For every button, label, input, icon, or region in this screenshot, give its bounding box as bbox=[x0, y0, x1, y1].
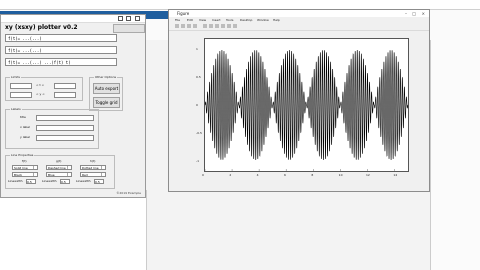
x-tick-label: 8 bbox=[311, 173, 314, 177]
function-input-g[interactable]: f(t)= ...(...) bbox=[5, 46, 117, 54]
gui-title: xy (xsxy) plotter v0.2 bbox=[5, 24, 78, 31]
g-color-select[interactable]: Blue bbox=[46, 172, 72, 177]
figure-toolbar bbox=[169, 23, 429, 31]
t-max-input[interactable] bbox=[54, 83, 76, 89]
y-tick-label: -1 bbox=[196, 158, 199, 163]
data-cursor-icon[interactable] bbox=[233, 24, 237, 28]
x-tick-label: 2 bbox=[229, 173, 232, 177]
g-linewidth-label: Linewidth bbox=[42, 179, 57, 183]
col-g-label: g(t) bbox=[56, 159, 62, 163]
gui-titlebar bbox=[1, 15, 145, 23]
rotate-icon[interactable] bbox=[227, 24, 231, 28]
y-max-input[interactable] bbox=[54, 92, 76, 98]
save-icon[interactable] bbox=[187, 24, 191, 28]
workspace-panel bbox=[430, 40, 480, 270]
g-linestyle-select[interactable]: Dashed line bbox=[46, 165, 72, 170]
y-tick-label: -0.5 bbox=[196, 130, 202, 135]
h-linewidth-input[interactable]: 0.5 bbox=[94, 179, 104, 184]
series-line bbox=[205, 49, 408, 161]
title-input[interactable] bbox=[36, 115, 94, 121]
f-color-select[interactable]: Black bbox=[12, 172, 38, 177]
minimize-icon[interactable]: – bbox=[405, 11, 407, 16]
col-h-label: h(t) bbox=[90, 159, 96, 163]
minimize-icon[interactable] bbox=[118, 16, 123, 21]
print-icon[interactable] bbox=[193, 24, 197, 28]
pan-icon[interactable] bbox=[221, 24, 225, 28]
y-label-input[interactable] bbox=[36, 135, 94, 141]
zoom-in-icon[interactable] bbox=[209, 24, 213, 28]
x-tick-label: 0 bbox=[202, 173, 204, 177]
new-figure-icon[interactable] bbox=[175, 24, 179, 28]
line-properties-group: Line Properties f(t) g(t) h(t) Solid lin… bbox=[5, 153, 115, 189]
plotter-gui-window: xy (xsxy) plotter v0.2 f(t)= ...(...) f(… bbox=[0, 14, 146, 198]
y-limit-label: < y < bbox=[36, 92, 45, 96]
toggle-grid-button[interactable]: Toggle grid bbox=[93, 97, 120, 108]
pointer-icon[interactable] bbox=[203, 24, 207, 28]
figure-title: Figure bbox=[177, 11, 190, 16]
top-button[interactable] bbox=[113, 24, 145, 33]
line-properties-label: Line Properties bbox=[10, 153, 35, 158]
function-input-h[interactable]: f(t)= ...(...) ...(f(t) t) bbox=[5, 58, 117, 66]
f-linewidth-input[interactable]: 0.5 bbox=[26, 179, 36, 184]
figure-titlebar: Figure – □ × bbox=[169, 10, 429, 17]
x-label-input[interactable] bbox=[36, 125, 94, 131]
f-linestyle-select[interactable]: Solid line bbox=[12, 165, 38, 170]
h-linewidth-label: Linewidth bbox=[76, 179, 91, 183]
auto-export-button[interactable]: Auto export bbox=[93, 83, 120, 94]
g-linewidth-input[interactable]: 0.5 bbox=[60, 179, 70, 184]
maximize-icon[interactable]: □ bbox=[412, 11, 416, 16]
y-tick-label: 0 bbox=[196, 103, 198, 107]
screen: xy (xsxy) plotter v0.2 f(t)= ...(...) f(… bbox=[0, 0, 480, 270]
y-label-label: y label bbox=[20, 135, 30, 139]
maximize-icon[interactable] bbox=[126, 16, 131, 21]
title-label: title bbox=[20, 115, 26, 119]
footer-credit: ©2019 Example bbox=[116, 191, 141, 195]
close-icon[interactable] bbox=[135, 16, 140, 21]
h-linestyle-select[interactable]: Dotted line bbox=[80, 165, 106, 170]
close-icon[interactable]: × bbox=[422, 11, 425, 16]
y-tick-label: 1 bbox=[196, 47, 198, 52]
x-tick-label: 14 bbox=[393, 173, 398, 177]
col-f-label: f(t) bbox=[22, 159, 27, 163]
x-tick-label: 6 bbox=[284, 173, 286, 177]
x-tick-label: 10 bbox=[338, 173, 343, 177]
labels-group: Labels title x label y label bbox=[5, 107, 99, 149]
command-window[interactable] bbox=[0, 190, 147, 270]
x-label-label: x label bbox=[20, 125, 30, 129]
limits-group: Limits < t < < y < bbox=[5, 75, 83, 101]
options-label: Other Options bbox=[94, 75, 118, 80]
t-min-input[interactable] bbox=[10, 83, 32, 89]
labels-label: Labels bbox=[10, 107, 22, 112]
h-color-select[interactable]: Red bbox=[80, 172, 106, 177]
f-linewidth-label: Linewidth bbox=[8, 179, 23, 183]
zoom-out-icon[interactable] bbox=[215, 24, 219, 28]
function-input-f[interactable]: f(t)= ...(...) bbox=[5, 34, 117, 42]
x-tick-label: 12 bbox=[366, 173, 370, 177]
y-min-input[interactable] bbox=[10, 92, 32, 98]
options-group: Other Options Auto export Toggle grid bbox=[89, 75, 123, 111]
t-limit-label: < t < bbox=[36, 83, 45, 87]
open-icon[interactable] bbox=[181, 24, 185, 28]
y-tick-label: 0.5 bbox=[196, 75, 201, 80]
x-tick-label: 4 bbox=[256, 173, 259, 177]
plot-axes[interactable] bbox=[204, 38, 409, 172]
limits-label: Limits bbox=[10, 75, 21, 80]
